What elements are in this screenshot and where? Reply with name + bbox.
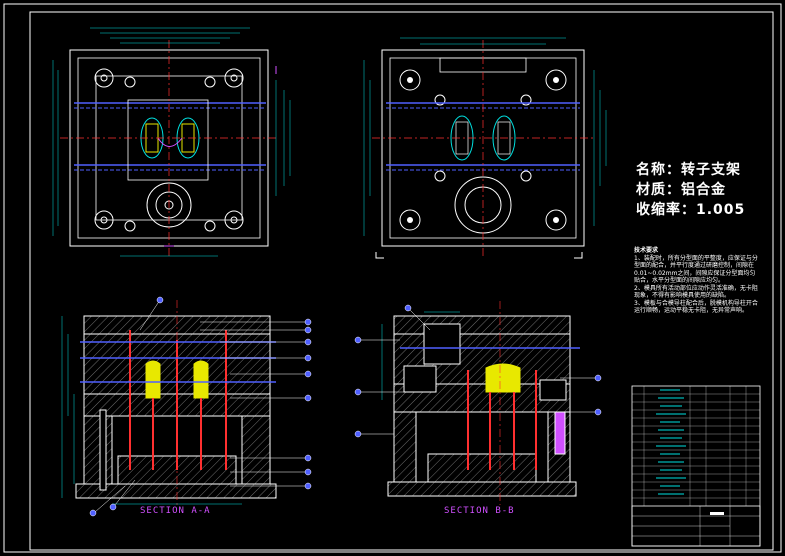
- top-view-left: [52, 27, 291, 257]
- technical-notes: 技术要求 1、装配时，所有分型面的平整度，应保证与分型面的配合，并平行度通过研磨…: [634, 247, 760, 315]
- part-name-label: 名称：: [636, 162, 681, 178]
- section-a-label: SECTION A-A: [140, 506, 211, 516]
- drawing-sheet: 名称：转子支架 材质：铝合金 收缩率：1.005 技术要求 1、装配时，所有分型…: [0, 0, 785, 556]
- part-name-line: 名称：转子支架: [636, 160, 745, 180]
- section-b-label: SECTION B-B: [444, 506, 515, 516]
- shrink-value: 1.005: [696, 202, 746, 218]
- material-line: 材质：铝合金: [636, 180, 745, 200]
- note-line: 3、模板与合模导柱配合后，脱模机构导柱开合运行顺畅，运动平稳无卡阻，无异常声响。: [634, 299, 758, 315]
- notes-heading: 技术要求: [634, 247, 659, 254]
- note-line: 1、装配时，所有分型面的平整度，应保证与分型面的配合，并平行度通过研磨控制，间隙…: [634, 254, 758, 285]
- note-line: 2、模具所有活动部位应动作灵活准确，无卡阻现象，不得有影响模具使用的缺陷。: [634, 284, 758, 300]
- title-block: 名称：转子支架 材质：铝合金 收缩率：1.005: [636, 160, 745, 220]
- part-name-value: 转子支架: [681, 162, 741, 178]
- bottom-view-right: [363, 37, 607, 259]
- section-a-a: [61, 296, 312, 517]
- shrink-label: 收缩率：: [636, 202, 696, 218]
- material-label: 材质：: [636, 182, 681, 198]
- section-b-b: [354, 301, 602, 505]
- material-value: 铝合金: [681, 182, 726, 198]
- shrink-line: 收缩率：1.005: [636, 200, 745, 220]
- parts-list-table: [631, 385, 761, 547]
